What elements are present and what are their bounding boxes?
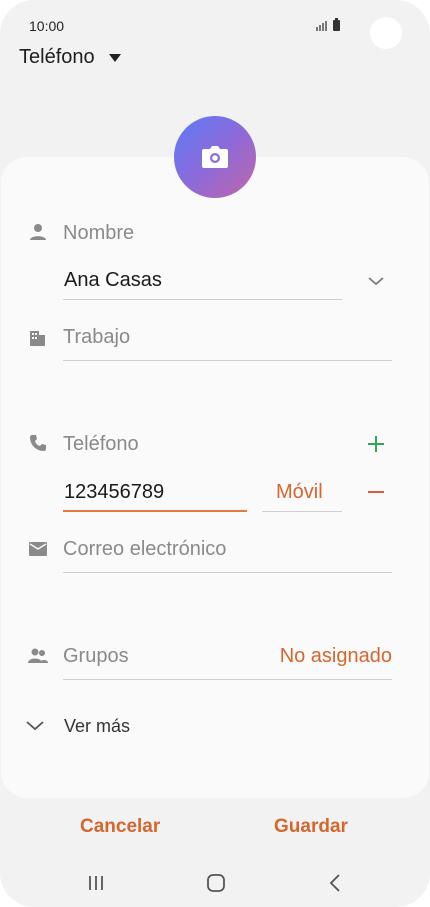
email-underline xyxy=(63,572,392,573)
phone-number-field[interactable]: 123456789 xyxy=(64,481,164,504)
phone-type-underline xyxy=(262,511,342,512)
name-underline xyxy=(63,299,342,300)
group-icon xyxy=(28,648,48,663)
camera-icon xyxy=(202,146,228,168)
phone-screen: 10:00 Teléfono Nombre Ana Casas Trabajo … xyxy=(0,0,430,907)
front-camera xyxy=(370,17,402,49)
expand-name-icon[interactable] xyxy=(366,271,386,291)
signal-battery-icons xyxy=(316,18,340,31)
contact-form-card xyxy=(1,157,429,798)
groups-label: Grupos xyxy=(63,645,129,667)
status-time: 10:00 xyxy=(29,18,65,34)
add-photo-button[interactable] xyxy=(174,116,256,198)
phone-underline xyxy=(63,510,247,512)
recent-apps-icon[interactable] xyxy=(84,872,108,894)
person-icon xyxy=(30,224,46,240)
remove-phone-icon[interactable] xyxy=(366,482,386,502)
phone-label: Teléfono xyxy=(63,433,139,455)
chevron-down-icon xyxy=(26,721,44,731)
name-field[interactable]: Ana Casas xyxy=(64,269,162,292)
groups-underline xyxy=(63,679,392,680)
phone-icon xyxy=(30,435,46,451)
home-icon[interactable] xyxy=(204,872,228,894)
name-label: Nombre xyxy=(63,222,135,244)
groups-selector[interactable]: No asignado xyxy=(280,645,392,668)
save-button[interactable]: Guardar xyxy=(274,816,348,838)
add-phone-icon[interactable] xyxy=(366,434,386,454)
cancel-button[interactable]: Cancelar xyxy=(80,816,160,838)
back-icon[interactable] xyxy=(324,872,348,894)
work-field[interactable]: Trabajo xyxy=(63,326,130,349)
email-field[interactable]: Correo electrónico xyxy=(63,538,226,561)
work-underline xyxy=(63,360,392,361)
email-icon xyxy=(29,542,47,556)
phone-type-selector[interactable]: Móvil xyxy=(276,481,323,504)
storage-label: Teléfono xyxy=(19,46,95,68)
dropdown-arrow-icon xyxy=(108,53,121,62)
view-more-button[interactable]: Ver más xyxy=(64,716,130,737)
storage-selector[interactable]: Teléfono xyxy=(19,46,121,69)
building-icon xyxy=(30,331,45,346)
